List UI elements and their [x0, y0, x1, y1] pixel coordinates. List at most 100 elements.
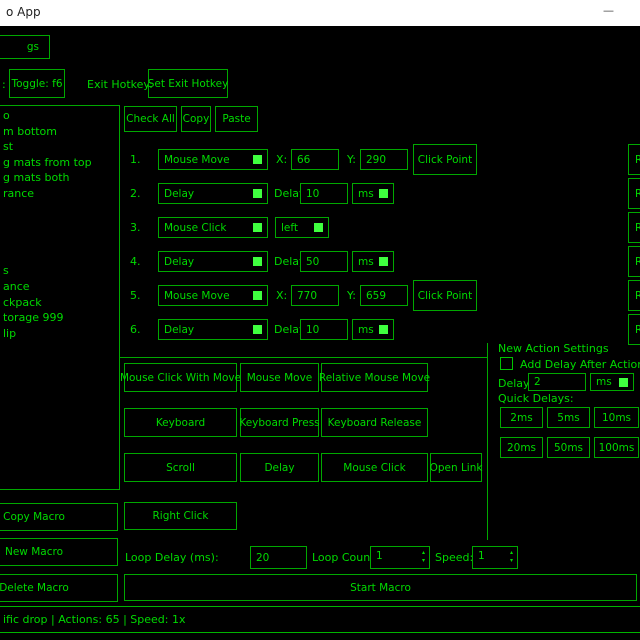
remove-action-button[interactable]: R	[628, 314, 640, 345]
toggle-hotkey-label: :	[2, 78, 6, 91]
delay-unit-value: ms	[358, 188, 374, 200]
mouse-button-value: left	[281, 222, 298, 234]
set-exit-hotkey-button[interactable]: Set Exit Hotkey	[148, 69, 228, 98]
add-keyboard-press-button[interactable]: Keyboard Press	[240, 408, 319, 437]
minimize-button[interactable]: —	[603, 4, 614, 17]
action-type-dropdown[interactable]: Mouse Move	[158, 149, 268, 170]
macro-list-item[interactable]: g mats both	[1, 171, 119, 187]
button-label: 10ms	[602, 412, 631, 424]
macro-list-item[interactable]: m bottom	[1, 125, 119, 141]
spinner-arrows-icon[interactable]: ▴▾	[422, 549, 425, 564]
window-title: o App	[6, 5, 41, 19]
action-type-dropdown[interactable]: Mouse Click	[158, 217, 268, 238]
button-label: 2ms	[510, 412, 532, 424]
toggle-hotkey-button[interactable]: Toggle: f6	[9, 69, 65, 98]
speed-spinner[interactable]: 1 ▴▾	[472, 546, 518, 569]
x-input[interactable]	[291, 149, 339, 170]
macro-list[interactable]: om bottomstg mats from topg mats bothran…	[0, 105, 120, 490]
titlebar: o App —	[0, 0, 640, 26]
remove-action-label: R	[635, 256, 640, 268]
status-text: ific drop | Actions: 65 | Speed: 1x	[3, 613, 185, 626]
delay-unit-dropdown[interactable]: ms	[352, 319, 394, 340]
spinner-arrows-icon[interactable]: ▴▾	[510, 549, 513, 564]
add-delay-after-action-checkbox[interactable]	[500, 357, 513, 370]
button-label: Start Macro	[350, 582, 411, 594]
action-type-dropdown[interactable]: Mouse Move	[158, 285, 268, 306]
toggle-hotkey-button-label: Toggle: f6	[11, 78, 62, 90]
paste-button[interactable]: Paste	[215, 106, 258, 132]
add-keyboard-button[interactable]: Keyboard	[124, 408, 237, 437]
add-keyboard-release-button[interactable]: Keyboard Release	[321, 408, 428, 437]
new-macro-button[interactable]: New Macro	[0, 538, 118, 566]
check-all-button[interactable]: Check All	[124, 106, 177, 132]
y-input[interactable]	[360, 285, 408, 306]
add-right-click-button[interactable]: Right Click	[124, 502, 237, 530]
remove-action-button[interactable]: R	[628, 246, 640, 277]
settings-panel-divider	[487, 343, 488, 540]
quick-delay-50ms-button[interactable]: 50ms	[547, 437, 590, 458]
remove-action-button[interactable]: R	[628, 280, 640, 311]
click-point-label: Click Point	[418, 154, 472, 166]
macro-list-item[interactable]: st	[1, 140, 119, 156]
delay-unit-dropdown[interactable]: ms	[352, 183, 394, 204]
button-label: Open Link	[430, 462, 483, 474]
tab-settings[interactable]: gs	[0, 35, 50, 59]
action-type-value: Delay	[164, 188, 194, 200]
macro-list-item[interactable]: lip	[1, 327, 119, 343]
button-label: Right Click	[152, 510, 208, 522]
add-delay-button[interactable]: Delay	[240, 453, 319, 482]
remove-action-button[interactable]: R	[628, 212, 640, 243]
x-input[interactable]	[291, 285, 339, 306]
quick-delay-20ms-button[interactable]: 20ms	[500, 437, 543, 458]
button-label: Delay	[264, 462, 294, 474]
start-macro-button[interactable]: Start Macro	[124, 574, 637, 601]
add-open-link-button[interactable]: Open Link	[430, 453, 482, 482]
macro-list-item[interactable]: ance	[1, 280, 119, 296]
action-type-dropdown[interactable]: Delay	[158, 319, 268, 340]
macro-list-item[interactable]: g mats from top	[1, 156, 119, 172]
macro-list-item[interactable]: s	[1, 264, 119, 280]
settings-delay-unit-dropdown[interactable]: ms	[590, 373, 634, 391]
add-mouse-click-button[interactable]: Mouse Click	[321, 453, 428, 482]
macro-list-item[interactable]	[1, 249, 119, 265]
quick-delay-5ms-button[interactable]: 5ms	[547, 407, 590, 428]
click-point-button[interactable]: Click Point	[413, 144, 477, 175]
add-mouse-click-with-move-button[interactable]: Mouse Click With Move	[124, 363, 237, 392]
quick-delay-2ms-button[interactable]: 2ms	[500, 407, 543, 428]
loop-delay-input[interactable]	[250, 546, 307, 569]
copy-macro-button[interactable]: Copy Macro	[0, 503, 118, 531]
paste-label: Paste	[222, 113, 250, 125]
add-relative-mouse-move-button[interactable]: Relative Mouse Move	[321, 363, 428, 392]
delay-input[interactable]	[300, 183, 348, 204]
delay-unit-dropdown[interactable]: ms	[352, 251, 394, 272]
action-type-dropdown[interactable]: Delay	[158, 183, 268, 204]
add-delay-after-action-label: Add Delay After Action	[520, 358, 640, 371]
macro-list-item[interactable]: rance	[1, 187, 119, 203]
macro-list-item[interactable]	[1, 233, 119, 249]
remove-action-button[interactable]: R	[628, 144, 640, 175]
macro-list-item[interactable]	[1, 218, 119, 234]
exit-hotkey-label: Exit Hotkey:	[87, 78, 153, 91]
copy-button[interactable]: Copy	[181, 106, 211, 132]
macro-list-item[interactable]: ckpack	[1, 296, 119, 312]
button-label: New Macro	[5, 546, 63, 558]
add-scroll-button[interactable]: Scroll	[124, 453, 237, 482]
mouse-button-dropdown[interactable]: left	[275, 217, 329, 238]
quick-delay-10ms-button[interactable]: 10ms	[594, 407, 639, 428]
macro-list-item[interactable]: torage 999	[1, 311, 119, 327]
quick-delay-100ms-button[interactable]: 100ms	[594, 437, 639, 458]
remove-action-button[interactable]: R	[628, 178, 640, 209]
settings-delay-input[interactable]	[528, 373, 586, 391]
y-input[interactable]	[360, 149, 408, 170]
macro-list-item[interactable]: o	[1, 109, 119, 125]
delete-macro-button[interactable]: Delete Macro	[0, 574, 118, 602]
new-action-settings-title: New Action Settings	[498, 342, 609, 355]
delay-input[interactable]	[300, 319, 348, 340]
delay-input[interactable]	[300, 251, 348, 272]
loop-count-spinner[interactable]: 1 ▴▾	[370, 546, 430, 569]
add-mouse-move-button[interactable]: Mouse Move	[240, 363, 319, 392]
macro-list-item[interactable]	[1, 202, 119, 218]
click-point-button[interactable]: Click Point	[413, 280, 477, 311]
action-type-dropdown[interactable]: Delay	[158, 251, 268, 272]
y-label: Y:	[347, 153, 356, 166]
